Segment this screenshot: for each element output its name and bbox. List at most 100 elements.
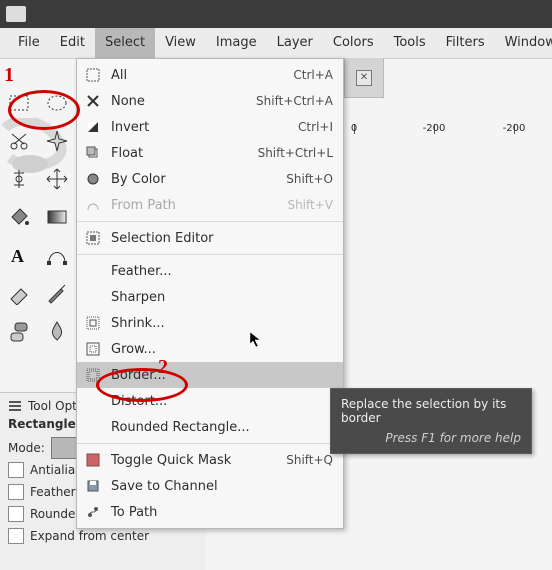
- empty-tab: ✕: [344, 58, 384, 98]
- menu-item-distort[interactable]: Distort...: [77, 388, 343, 414]
- editor-icon: [85, 230, 101, 246]
- invert-icon: [85, 119, 101, 135]
- path-icon: [85, 197, 101, 213]
- menu-colors[interactable]: Colors: [323, 28, 384, 58]
- menu-select[interactable]: Select: [95, 28, 155, 58]
- menu-item-grow[interactable]: Grow...: [77, 336, 343, 362]
- tool-bucket[interactable]: [4, 202, 34, 232]
- menu-item-none[interactable]: NoneShift+Ctrl+A: [77, 88, 343, 114]
- menu-item-selection-editor[interactable]: Selection Editor: [77, 225, 343, 251]
- save-icon: [85, 478, 101, 494]
- app-icon: [6, 6, 26, 22]
- tab-close-icon[interactable]: ✕: [356, 70, 372, 86]
- ruler-label: -200: [423, 123, 446, 134]
- menu-item-label: By Color: [111, 172, 286, 187]
- menu-separator: [77, 254, 343, 255]
- menu-item-label: Toggle Quick Mask: [111, 453, 286, 468]
- select-all-icon: [85, 67, 101, 83]
- check-rounded[interactable]: [8, 506, 24, 522]
- tool-text[interactable]: A: [4, 240, 34, 270]
- tooltip: Replace the selection by its border Pres…: [330, 388, 532, 454]
- float-icon: [85, 145, 101, 161]
- menu-item-from-path: From PathShift+V: [77, 192, 343, 218]
- menu-item-label: None: [111, 94, 256, 109]
- menu-view[interactable]: View: [155, 28, 206, 58]
- menu-item-label: Distort...: [111, 394, 333, 409]
- tooltip-help: Press F1 for more help: [341, 431, 521, 445]
- menu-item-accel: Shift+Ctrl+L: [258, 146, 333, 160]
- menu-item-label: Float: [111, 146, 258, 161]
- tool-path[interactable]: [42, 240, 72, 270]
- menu-item-accel: Ctrl+I: [298, 120, 333, 134]
- menu-tools[interactable]: Tools: [384, 28, 436, 58]
- border-icon: [85, 367, 101, 383]
- menu-item-label: To Path: [111, 505, 333, 520]
- menu-edit[interactable]: Edit: [50, 28, 95, 58]
- menu-windows[interactable]: Windows: [495, 28, 552, 58]
- ruler-label: 0: [351, 123, 357, 134]
- tool-blur[interactable]: [42, 316, 72, 346]
- mask-icon: [85, 452, 101, 468]
- menu-item-label: Invert: [111, 120, 298, 135]
- tool-fuzzy-select[interactable]: [42, 126, 72, 156]
- menu-item-border[interactable]: Border...: [77, 362, 343, 388]
- menu-item-label: Rounded Rectangle...: [111, 420, 333, 435]
- menu-item-feather[interactable]: Feather...: [77, 258, 343, 284]
- menu-item-invert[interactable]: InvertCtrl+I: [77, 114, 343, 140]
- tool-measure[interactable]: [4, 164, 34, 194]
- mode-replace-button[interactable]: [51, 437, 77, 459]
- check-antialias[interactable]: [8, 462, 24, 478]
- menubar: File Edit Select View Image Layer Colors…: [0, 28, 552, 59]
- annotation-1: 1: [4, 64, 14, 87]
- ruler-label: -200: [503, 123, 526, 134]
- menu-item-accel: Shift+O: [286, 172, 333, 186]
- menu-item-accel: Ctrl+A: [293, 68, 333, 82]
- grow-icon: [85, 341, 101, 357]
- check-feather[interactable]: [8, 484, 24, 500]
- svg-text:A: A: [11, 246, 24, 266]
- tool-rect-select[interactable]: [4, 88, 34, 118]
- menu-item-label: From Path: [111, 198, 287, 213]
- menu-separator: [77, 221, 343, 222]
- menu-item-float[interactable]: FloatShift+Ctrl+L: [77, 140, 343, 166]
- menu-filters[interactable]: Filters: [436, 28, 495, 58]
- bycolor-icon: [85, 171, 101, 187]
- tool-gradient[interactable]: [42, 202, 72, 232]
- check-expand-label: Expand from center: [30, 529, 149, 543]
- tool-scissors[interactable]: [4, 126, 34, 156]
- menu-item-rounded-rectangle[interactable]: Rounded Rectangle...: [77, 414, 343, 440]
- menu-item-shrink[interactable]: Shrink...: [77, 310, 343, 336]
- topath-icon: [85, 504, 101, 520]
- blank-icon: [85, 393, 101, 409]
- tool-clone[interactable]: [4, 316, 34, 346]
- menu-separator: [77, 443, 343, 444]
- check-expand[interactable]: [8, 528, 24, 544]
- menu-item-sharpen[interactable]: Sharpen: [77, 284, 343, 310]
- tool-ellipse-select[interactable]: [42, 88, 72, 118]
- menu-image[interactable]: Image: [206, 28, 267, 58]
- menu-item-label: Grow...: [111, 342, 333, 357]
- menu-item-label: Feather...: [111, 264, 333, 279]
- menu-item-by-color[interactable]: By ColorShift+O: [77, 166, 343, 192]
- blank-icon: [85, 289, 101, 305]
- menu-item-all[interactable]: AllCtrl+A: [77, 62, 343, 88]
- tool-eraser[interactable]: [4, 278, 34, 308]
- menu-item-accel: Shift+Ctrl+A: [256, 94, 333, 108]
- menu-item-save-to-channel[interactable]: Save to Channel: [77, 473, 343, 499]
- menu-item-label: Sharpen: [111, 290, 333, 305]
- menu-item-toggle-quick-mask[interactable]: Toggle Quick MaskShift+Q: [77, 447, 343, 473]
- tool-paintbrush[interactable]: [42, 278, 72, 308]
- tool-move[interactable]: [42, 164, 72, 194]
- panel-menu-icon[interactable]: [8, 399, 22, 413]
- menu-layer[interactable]: Layer: [267, 28, 323, 58]
- menu-item-label: All: [111, 68, 293, 83]
- menu-item-label: Border...: [111, 368, 333, 383]
- menu-item-to-path[interactable]: To Path: [77, 499, 343, 525]
- blank-icon: [85, 263, 101, 279]
- window-titlebar: [0, 0, 552, 28]
- x-icon: [85, 93, 101, 109]
- menu-item-accel: Shift+Q: [286, 453, 333, 467]
- menu-item-accel: Shift+V: [287, 198, 333, 212]
- menu-file[interactable]: File: [8, 28, 50, 58]
- annotation-2: 2: [158, 356, 168, 379]
